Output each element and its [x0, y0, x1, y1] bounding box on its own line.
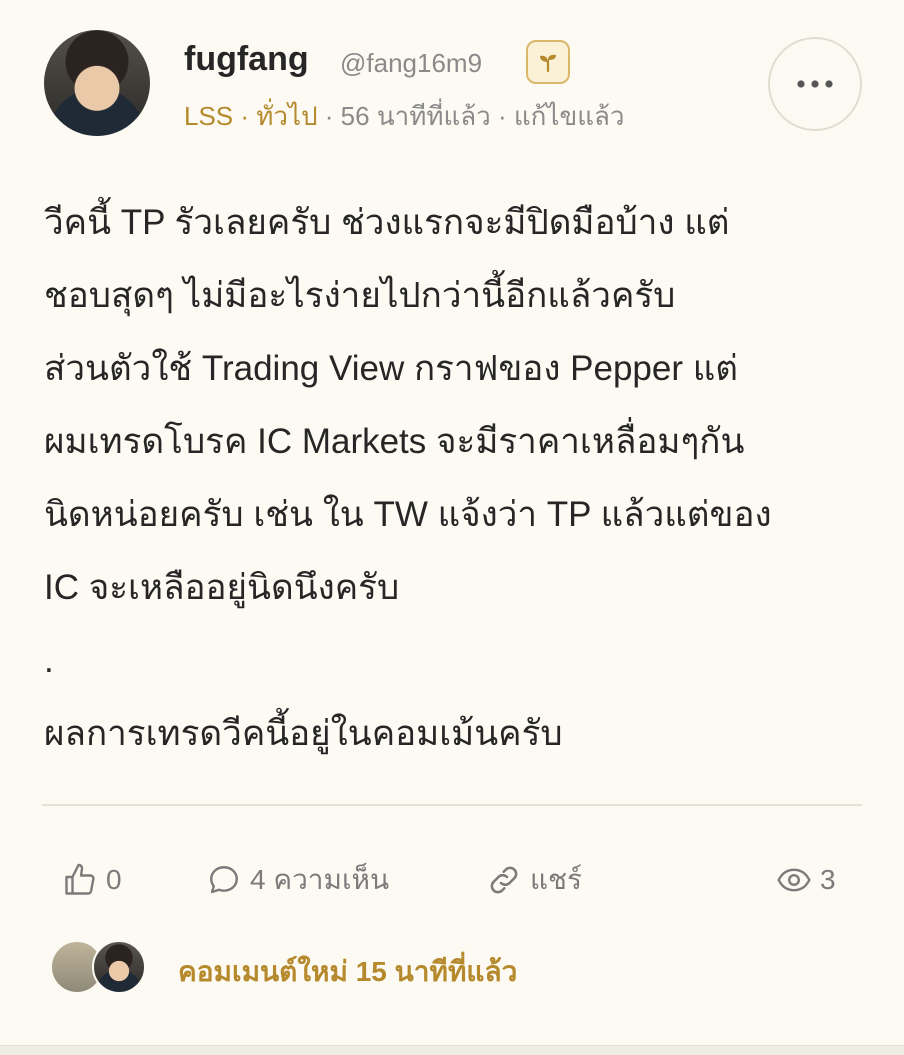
post-body-line: ส่วนตัวใช้ Trading View กราฟของ Pepper แ… — [44, 349, 739, 388]
bottom-edge — [0, 1045, 904, 1055]
post-body-line: IC จะเหลืออยู่นิดนึงครับ — [44, 568, 400, 607]
post-body-line: นิดหน่อยครับ เช่น ใน TW แจ้งว่า TP แล้วแ… — [44, 495, 772, 534]
post-category[interactable]: LSS · ทั่วไป — [184, 101, 318, 131]
post-meta-details: · 56 นาทีที่แล้ว · แก้ไขแล้ว — [317, 101, 625, 131]
views-indicator: 3 — [776, 858, 836, 902]
author-avatar[interactable] — [44, 30, 150, 136]
author-handle[interactable]: @fang16m9 — [340, 48, 482, 79]
view-count: 3 — [820, 864, 836, 895]
post-body-line: ชอบสุดๆ ไม่มีอะไรง่ายไปกว่านี้อีกแล้วครั… — [44, 276, 676, 315]
post-meta: LSS · ทั่วไป · 56 นาทีที่แล้ว · แก้ไขแล้… — [184, 96, 625, 137]
author-username[interactable]: fugfang — [184, 40, 309, 79]
more-options-button[interactable] — [768, 37, 862, 131]
like-button[interactable]: 0 — [62, 858, 122, 902]
link-icon — [490, 866, 518, 894]
post-body-line: วีคนี้ TP รัวเลยครับ ช่วงแรกจะมีปิดมือบ้… — [44, 203, 730, 242]
comment-bubble-icon — [210, 866, 238, 894]
post-body-line: ผมเทรดโบรค IC Markets จะมีราคาเหลื่อมๆกั… — [44, 422, 745, 461]
thumbs-up-icon — [65, 863, 95, 895]
post-page: fugfang @fang16m9 LSS · ทั่วไป · 56 นาที… — [0, 0, 904, 1055]
divider — [42, 804, 862, 806]
new-comment-status[interactable]: คอมเมนต์ใหม่ 15 นาทีที่แล้ว — [178, 950, 517, 994]
post-body-line: ผลการเทรดวีคนี้อยู่ในคอมเม้นครับ — [44, 714, 563, 753]
post-body-line: . — [44, 641, 54, 680]
eye-icon — [777, 868, 811, 892]
share-button[interactable]: แชร์ — [486, 858, 582, 902]
sprout-icon — [526, 40, 570, 84]
share-label: แชร์ — [530, 864, 583, 895]
like-count: 0 — [106, 864, 122, 895]
comments-label: 4 ความเห็น — [250, 864, 390, 895]
post-body: วีคนี้ TP รัวเลยครับ ช่วงแรกจะมีปิดมือบ้… — [44, 186, 874, 770]
more-dots-icon — [797, 80, 833, 88]
comments-button[interactable]: 4 ความเห็น — [206, 858, 389, 902]
commenter-avatar[interactable] — [92, 940, 146, 994]
